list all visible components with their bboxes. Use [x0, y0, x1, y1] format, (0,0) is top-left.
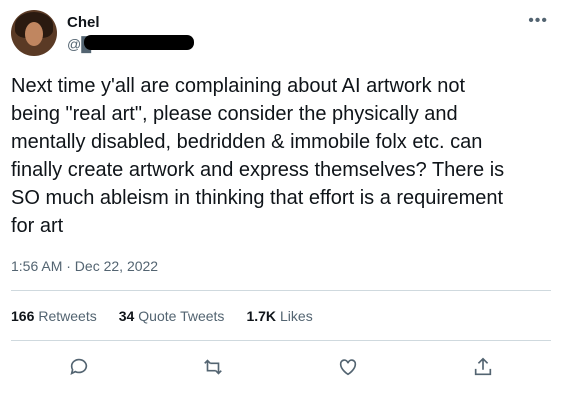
redaction-bar: [84, 35, 194, 50]
divider: [11, 290, 551, 291]
avatar-face: [25, 22, 43, 46]
retweets-stat[interactable]: 166 Retweets: [11, 308, 97, 324]
avatar[interactable]: [11, 10, 57, 56]
likes-label: Likes: [280, 308, 313, 324]
divider: [11, 340, 551, 341]
tweet-text: Next time y'all are complaining about AI…: [11, 75, 505, 237]
like-button[interactable]: [333, 352, 363, 382]
like-icon: [339, 359, 357, 376]
retweets-count: 166: [11, 308, 35, 324]
share-button[interactable]: [468, 352, 498, 382]
tweet-timestamp[interactable]: 1:56 AM · Dec 22, 2022: [11, 258, 158, 274]
quote-tweets-count: 34: [118, 308, 135, 324]
reply-button[interactable]: [64, 352, 94, 382]
retweet-icon: [204, 359, 222, 375]
action-bar: [0, 352, 562, 382]
likes-count: 1.7K: [246, 308, 277, 324]
author-name[interactable]: Chel: [67, 14, 100, 31]
share-icon: [474, 357, 492, 376]
quote-tweets-stat[interactable]: 34 Quote Tweets: [119, 308, 225, 324]
likes-stat[interactable]: 1.7K Likes: [246, 308, 312, 324]
retweets-label: Retweets: [38, 308, 97, 324]
more-horizontal-icon[interactable]: •••: [528, 12, 548, 30]
quote-tweets-label: Quote Tweets: [138, 308, 225, 324]
retweet-button[interactable]: [198, 352, 228, 382]
engagement-stats: 166 Retweets 34 Quote Tweets 1.7K Likes: [11, 308, 313, 324]
reply-icon: [70, 358, 88, 375]
